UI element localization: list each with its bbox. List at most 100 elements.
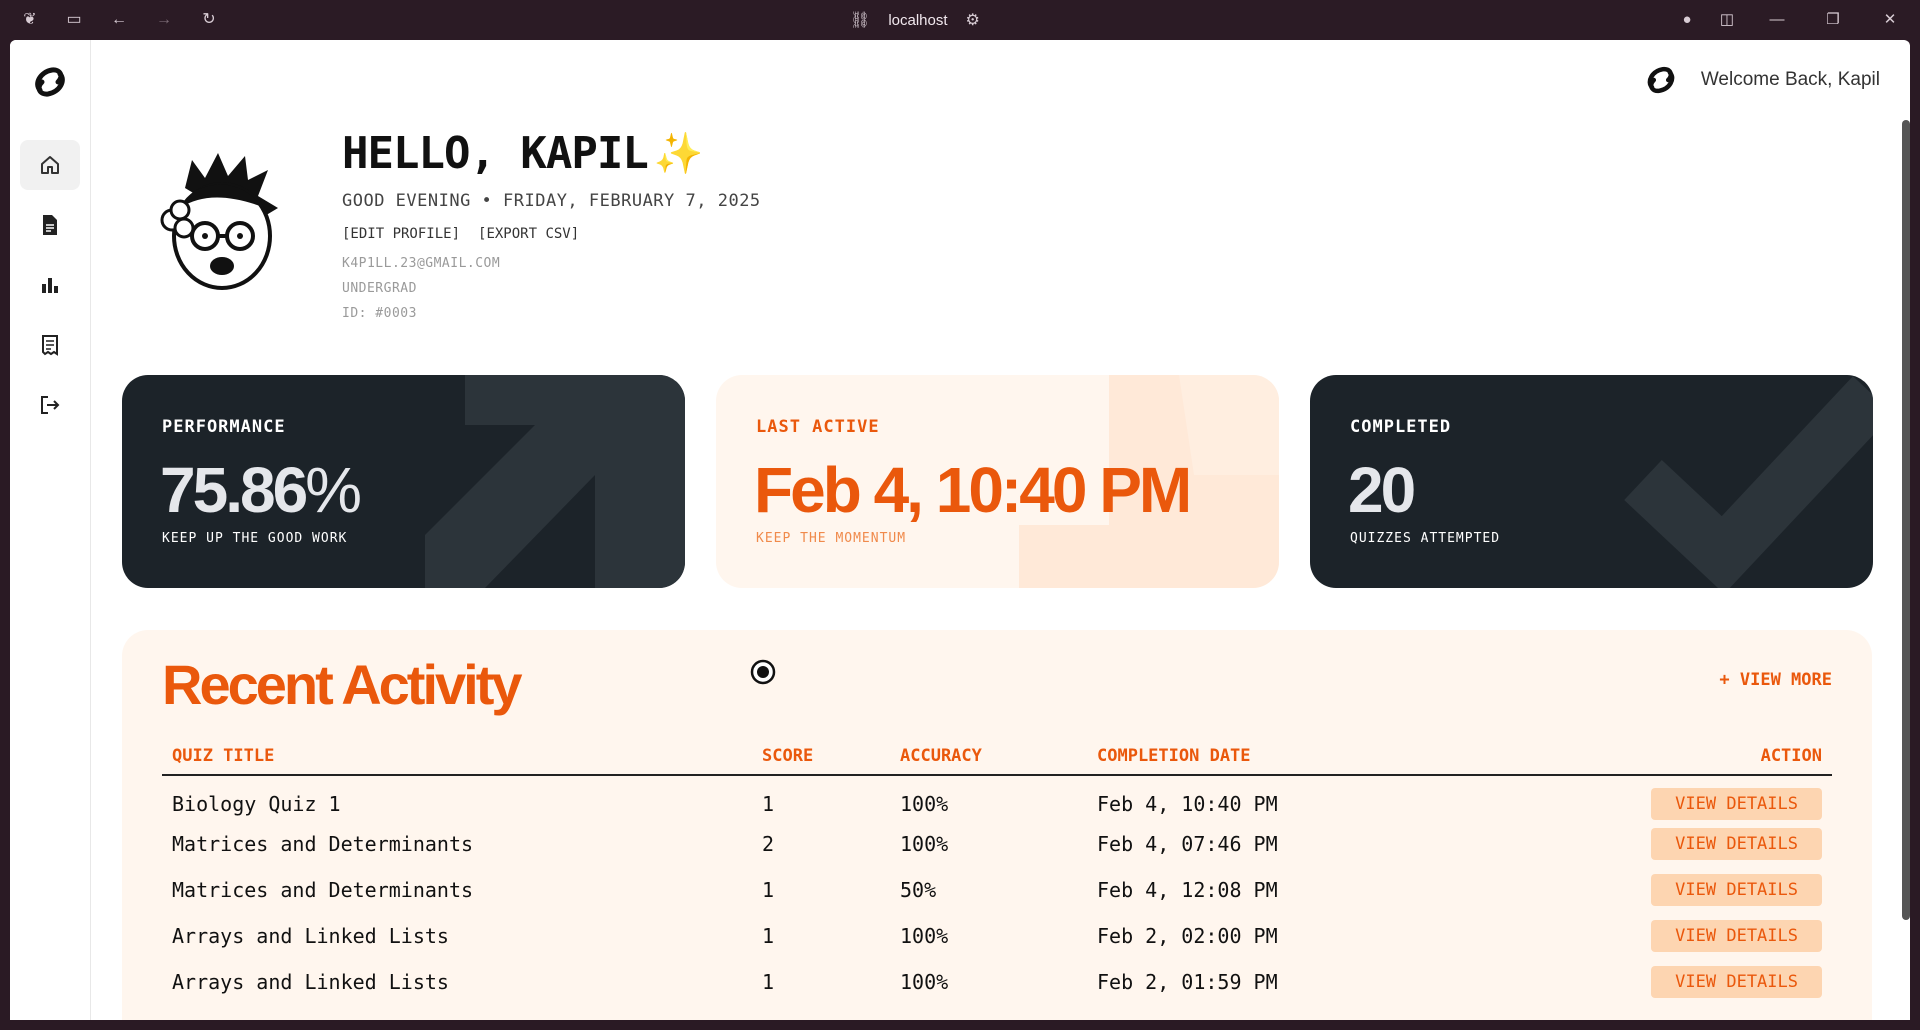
minimize-icon[interactable]: — bbox=[1767, 10, 1787, 30]
view-details-button[interactable]: VIEW DETAILS bbox=[1651, 828, 1822, 860]
quiz-title-cell: Matrices and Determinants bbox=[172, 832, 474, 856]
view-details-button[interactable]: VIEW DETAILS bbox=[1651, 787, 1822, 820]
export-csv-link[interactable]: [EXPORT CSV] bbox=[478, 226, 579, 242]
table-row: Matrices and Determinants 1 50% Feb 4, 1… bbox=[162, 867, 1832, 913]
performance-sub: KEEP UP THE GOOD WORK bbox=[162, 531, 348, 546]
site-settings-icon[interactable]: ⚙ bbox=[966, 10, 980, 30]
recent-activity-panel: Recent Activity + VIEW MORE QUIZ TITLE S… bbox=[122, 630, 1872, 1020]
logout-icon bbox=[41, 396, 60, 414]
profile-actions: [EDIT PROFILE] [EXPORT CSV] bbox=[342, 226, 579, 242]
sparkle-icon: ✨ bbox=[653, 131, 704, 177]
sidebar-item-analytics[interactable] bbox=[20, 260, 80, 310]
action-cell: VIEW DETAILS bbox=[1567, 913, 1832, 959]
link-icon: ⛓ bbox=[850, 12, 871, 29]
home-icon bbox=[41, 156, 59, 174]
table-row: Matrices and Determinants 2 100% Feb 4, … bbox=[162, 821, 1832, 867]
user-header: Welcome Back, Kapil bbox=[1643, 62, 1880, 98]
performance-card: PERFORMANCE 75.86% KEEP UP THE GOOD WORK bbox=[122, 375, 685, 588]
brand-logo-icon bbox=[1647, 66, 1675, 94]
page-title: HELLO, KAPIL ✨ bbox=[342, 128, 704, 179]
completed-card: COMPLETED 20 QUIZZES ATTEMPTED bbox=[1310, 375, 1873, 588]
score-cell: 1 bbox=[762, 970, 775, 994]
col-accuracy[interactable]: ACCURACY bbox=[890, 740, 1087, 776]
date-cell: Feb 4, 10:40 PM bbox=[1097, 791, 1278, 816]
score-cell: 2 bbox=[762, 832, 775, 856]
receipt-icon bbox=[42, 335, 58, 356]
col-quiz-title[interactable]: QUIZ TITLE bbox=[162, 740, 752, 776]
performance-number: 75.86 bbox=[160, 454, 308, 526]
date-cell: Feb 4, 12:08 PM bbox=[1097, 878, 1278, 902]
extension-icon[interactable]: ● bbox=[1677, 10, 1697, 30]
completed-sub: QUIZZES ATTEMPTED bbox=[1350, 531, 1501, 546]
hello-text: HELLO, KAPIL bbox=[342, 128, 649, 179]
last-active-sub: KEEP THE MOMENTUM bbox=[756, 531, 907, 546]
completed-value: 20 bbox=[1348, 454, 1416, 526]
performance-label: PERFORMANCE bbox=[162, 417, 286, 437]
view-more-button[interactable]: + VIEW MORE bbox=[1719, 670, 1832, 690]
completed-label: COMPLETED bbox=[1350, 417, 1452, 437]
accuracy-cell: 100% bbox=[900, 970, 949, 994]
arrow-up-right-icon bbox=[425, 375, 685, 588]
quiz-title-cell: Arrays and Linked Lists bbox=[172, 924, 449, 948]
action-cell: VIEW DETAILS bbox=[1567, 959, 1832, 1005]
col-score[interactable]: SCORE bbox=[752, 740, 890, 776]
level-text: UNDERGRAD bbox=[342, 281, 417, 296]
back-icon[interactable]: ← bbox=[109, 10, 129, 30]
cursor-icon bbox=[750, 659, 776, 685]
col-completion-date[interactable]: COMPLETION DATE bbox=[1087, 740, 1567, 776]
document-icon bbox=[43, 215, 57, 235]
view-details-button[interactable]: VIEW DETAILS bbox=[1651, 966, 1822, 998]
welcome-text: Welcome Back, Kapil bbox=[1700, 69, 1880, 90]
accuracy-cell: 100% bbox=[900, 832, 949, 856]
accuracy-cell: 50% bbox=[900, 878, 937, 902]
split-view-icon[interactable]: ◫ bbox=[1717, 10, 1737, 30]
table-row: Arrays and Linked Lists 1 100% Feb 2, 02… bbox=[162, 913, 1832, 959]
last-active-value: Feb 4, 10:40 PM bbox=[754, 454, 1192, 526]
page-scrollbar[interactable] bbox=[1902, 120, 1910, 920]
date-cell: Feb 4, 07:46 PM bbox=[1097, 832, 1278, 856]
bar-chart-icon bbox=[42, 278, 58, 293]
sidebar-item-quizzes[interactable] bbox=[20, 200, 80, 250]
sidebar-toggle-icon[interactable]: ▭ bbox=[64, 10, 84, 30]
score-cell: 1 bbox=[762, 878, 775, 902]
table-row: Arrays and Linked Lists 1 100% Feb 2, 01… bbox=[162, 959, 1832, 1005]
quiz-title-cell: Matrices and Determinants bbox=[172, 878, 474, 902]
score-cell: 1 bbox=[762, 791, 775, 816]
quiz-title-cell: Biology Quiz 1 bbox=[172, 791, 341, 816]
action-cell: VIEW DETAILS bbox=[1567, 821, 1832, 867]
table-header-row: QUIZ TITLE SCORE ACCURACY COMPLETION DAT… bbox=[162, 740, 1832, 776]
edit-profile-link[interactable]: [EDIT PROFILE] bbox=[342, 226, 460, 242]
avatar[interactable] bbox=[150, 148, 300, 298]
sidebar-item-reports[interactable] bbox=[20, 320, 80, 370]
close-icon[interactable]: ✕ bbox=[1880, 10, 1900, 30]
score-cell: 1 bbox=[762, 924, 775, 948]
table-row: Biology Quiz 1 1 100% Feb 4, 10:40 PM VI… bbox=[162, 775, 1832, 821]
checkmark-icon bbox=[1624, 376, 1873, 588]
app-logo-icon[interactable] bbox=[30, 62, 70, 102]
browser-logo-icon[interactable]: ❦ bbox=[20, 10, 40, 30]
view-details-button[interactable]: VIEW DETAILS bbox=[1651, 920, 1822, 952]
address-bar[interactable]: ⛓ localhost ⚙ bbox=[850, 8, 980, 32]
sidebar-item-logout[interactable] bbox=[20, 380, 80, 430]
restore-icon[interactable]: ❐ bbox=[1823, 10, 1843, 30]
greeting-date: GOOD EVENING • FRIDAY, FEBRUARY 7, 2025 bbox=[342, 191, 761, 211]
last-active-card: LAST ACTIVE Feb 4, 10:40 PM KEEP THE MOM… bbox=[716, 375, 1279, 588]
email-text: K4P1LL.23@GMAIL.COM bbox=[342, 256, 501, 271]
date-cell: Feb 2, 02:00 PM bbox=[1097, 924, 1278, 948]
browser-toolbar: ❦ ▭ ← → ↻ ⛓ localhost ⚙ ● ◫ — ❐ ✕ bbox=[0, 0, 1920, 40]
activity-table: QUIZ TITLE SCORE ACCURACY COMPLETION DAT… bbox=[162, 740, 1832, 1005]
id-text: ID: #0003 bbox=[342, 306, 417, 321]
recent-activity-title: Recent Activity bbox=[162, 653, 522, 716]
last-active-label: LAST ACTIVE bbox=[756, 417, 880, 437]
action-cell: VIEW DETAILS bbox=[1567, 775, 1832, 821]
action-cell: VIEW DETAILS bbox=[1567, 867, 1832, 913]
col-action: ACTION bbox=[1567, 740, 1832, 776]
sidebar bbox=[10, 40, 91, 1020]
sidebar-item-home[interactable] bbox=[20, 140, 80, 190]
performance-value: 75.86% bbox=[160, 453, 362, 527]
date-cell: Feb 2, 01:59 PM bbox=[1097, 970, 1278, 994]
reload-icon[interactable]: ↻ bbox=[199, 10, 219, 30]
quiz-title-cell: Arrays and Linked Lists bbox=[172, 970, 449, 994]
view-details-button[interactable]: VIEW DETAILS bbox=[1651, 874, 1822, 906]
forward-icon[interactable]: → bbox=[154, 10, 174, 30]
